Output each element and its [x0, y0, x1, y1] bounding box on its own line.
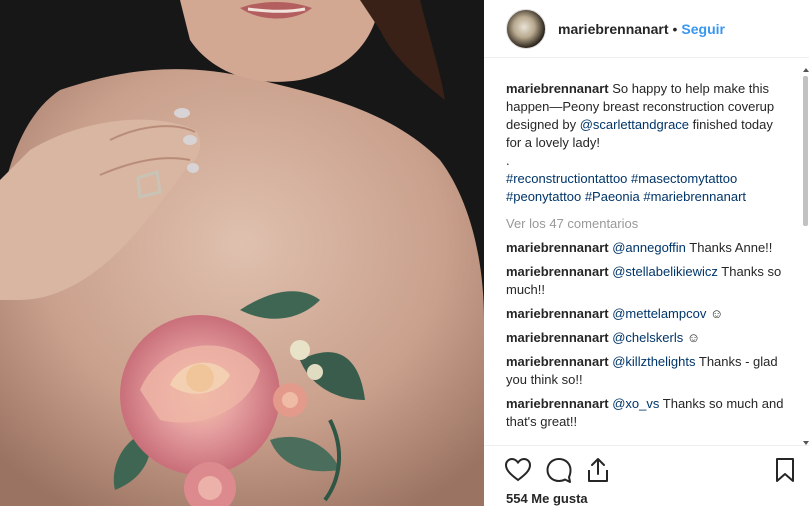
comment-mention[interactable]: @mettelampcov: [612, 306, 706, 321]
hashtag-link[interactable]: #masectomytattoo: [631, 171, 737, 186]
heart-icon: [504, 457, 532, 482]
comment-username[interactable]: mariebrennanart: [506, 354, 609, 369]
share-icon: [588, 458, 608, 482]
post-photo: [0, 0, 484, 506]
comment-icon: [546, 458, 572, 483]
view-all-comments-link[interactable]: Ver los 47 comentarios: [506, 215, 786, 233]
avatar[interactable]: [506, 8, 546, 49]
comment-item: mariebrennanart @chelskerls ☺: [506, 329, 786, 347]
post-photo-illustration: [0, 0, 484, 506]
header-username[interactable]: mariebrennanart: [558, 21, 668, 37]
comment-username[interactable]: mariebrennanart: [506, 264, 609, 279]
post-side-panel: mariebrennanart • Seguir mariebrennanart…: [484, 0, 809, 506]
caption-username[interactable]: mariebrennanart: [506, 81, 609, 96]
scrollbar-thumb[interactable]: [803, 76, 808, 226]
follow-button[interactable]: Seguir: [681, 21, 725, 37]
comment-mention[interactable]: @stellabelikiewicz: [612, 264, 718, 279]
share-button[interactable]: [584, 456, 612, 484]
bookmark-icon: [776, 458, 794, 482]
hashtag-link[interactable]: #peonytattoo: [506, 189, 581, 204]
caption-dot: .: [506, 153, 510, 168]
comment-username[interactable]: mariebrennanart: [506, 330, 609, 345]
comment-item: mariebrennanart @annegoffin Thanks Anne!…: [506, 239, 786, 257]
post-actions-bar: 554 Me gusta: [484, 445, 809, 506]
save-button[interactable]: [771, 456, 799, 484]
caption: mariebrennanart So happy to help make th…: [506, 68, 786, 206]
comment-mention[interactable]: @killzthelights: [612, 354, 695, 369]
likes-count[interactable]: 554 Me gusta: [506, 491, 588, 506]
comments-scrollbar[interactable]: [802, 68, 809, 445]
comment-mention[interactable]: @chelskerls: [612, 330, 683, 345]
caption-mention[interactable]: @scarlettandgrace: [580, 117, 689, 132]
comment-button[interactable]: [545, 456, 573, 484]
comment-username[interactable]: mariebrennanart: [506, 240, 609, 255]
comment-item: mariebrennanart @xo_vs Thanks so much an…: [506, 395, 786, 431]
comment-username[interactable]: mariebrennanart: [506, 306, 609, 321]
like-button[interactable]: [504, 456, 532, 484]
comment-item: mariebrennanart @stellabelikiewicz Thank…: [506, 263, 786, 299]
post-header: mariebrennanart • Seguir: [484, 0, 809, 58]
scroll-up-arrow-icon[interactable]: [803, 68, 809, 72]
comment-item: mariebrennanart @mettelampcov ☺: [506, 305, 786, 323]
comments-list[interactable]: mariebrennanart So happy to help make th…: [484, 68, 802, 445]
comment-username[interactable]: mariebrennanart: [506, 396, 609, 411]
comment-item: mariebrennanart @killzthelights Thanks -…: [506, 353, 786, 389]
header-separator: •: [672, 20, 678, 37]
comment-mention[interactable]: @annegoffin: [612, 240, 686, 255]
comment-text: ☺: [683, 330, 701, 345]
hashtag-link[interactable]: #mariebrennanart: [643, 189, 746, 204]
hashtag-link[interactable]: #Paeonia: [585, 189, 640, 204]
comment-mention[interactable]: @xo_vs: [612, 396, 659, 411]
comment-text: ☺: [706, 306, 724, 321]
hashtag-link[interactable]: #reconstructiontattoo: [506, 171, 627, 186]
comment-text: Thanks Anne!!: [685, 240, 773, 255]
